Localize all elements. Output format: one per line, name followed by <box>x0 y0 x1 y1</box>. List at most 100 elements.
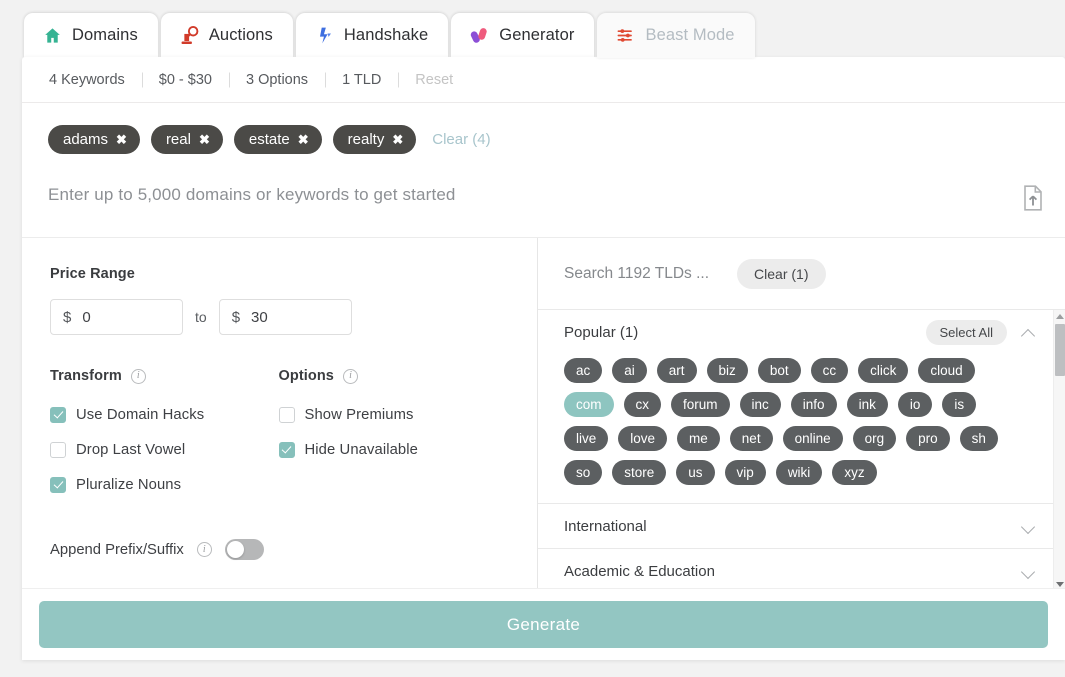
tld-chip[interactable]: ai <box>612 358 647 383</box>
close-icon[interactable]: ✖ <box>116 133 127 146</box>
tld-chip[interactable]: store <box>612 460 666 485</box>
tld-chip[interactable]: live <box>564 426 608 451</box>
price-range-label: Price Range <box>50 266 507 282</box>
capsules-icon <box>469 25 490 46</box>
keyword-chip-label: estate <box>249 131 290 148</box>
tld-chip[interactable]: is <box>942 392 976 417</box>
tld-chip-selected[interactable]: com <box>564 392 614 417</box>
toggle-knob <box>227 541 244 558</box>
scroll-up-button[interactable] <box>1054 310 1065 322</box>
tld-chip[interactable]: ink <box>847 392 888 417</box>
tld-chip[interactable]: org <box>853 426 897 451</box>
gavel-icon <box>179 25 200 46</box>
scrollbar-thumb[interactable] <box>1055 324 1065 376</box>
tld-group-academic-header[interactable]: Academic & Education <box>538 549 1053 590</box>
tld-chip[interactable]: so <box>564 460 602 485</box>
tld-chip[interactable]: me <box>677 426 720 451</box>
tab-label: Domains <box>72 26 138 45</box>
select-all-button[interactable]: Select All <box>926 320 1007 345</box>
keyword-input[interactable]: Enter up to 5,000 domains or keywords to… <box>48 185 1039 205</box>
tld-chip[interactable]: io <box>898 392 933 417</box>
tld-chip[interactable]: pro <box>906 426 950 451</box>
info-icon[interactable]: i <box>197 542 212 557</box>
keyword-area: adams ✖ real ✖ estate ✖ realty ✖ Clear (… <box>22 103 1065 237</box>
tab-beast-mode[interactable]: Beast Mode <box>597 13 754 58</box>
tld-group-popular-header[interactable]: Popular (1) Select All <box>538 310 1053 354</box>
keyword-chip[interactable]: adams ✖ <box>48 125 140 154</box>
tld-chip[interactable]: online <box>783 426 843 451</box>
tld-chip[interactable]: wiki <box>776 460 823 485</box>
clear-keywords-button[interactable]: Clear (4) <box>432 131 490 148</box>
tld-chip[interactable]: vip <box>725 460 766 485</box>
summary-options[interactable]: 3 Options <box>229 72 325 88</box>
tab-label: Auctions <box>209 26 273 45</box>
tab-label: Handshake <box>344 26 428 45</box>
price-max-value: 30 <box>251 309 268 326</box>
checkbox-box[interactable] <box>50 442 66 458</box>
file-upload-icon[interactable] <box>1021 185 1045 211</box>
keyword-chip[interactable]: estate ✖ <box>234 125 322 154</box>
tab-domains[interactable]: Domains <box>24 13 158 58</box>
tld-chip[interactable]: ac <box>564 358 602 383</box>
chevron-down-icon[interactable] <box>1021 518 1037 534</box>
tab-auctions[interactable]: Auctions <box>161 13 293 58</box>
checkbox-drop-last-vowel[interactable]: Drop Last Vowel <box>50 432 279 467</box>
checkbox-hide-unavailable[interactable]: Hide Unavailable <box>279 432 508 467</box>
tld-chip[interactable]: click <box>858 358 908 383</box>
tld-chip[interactable]: us <box>676 460 714 485</box>
close-icon[interactable]: ✖ <box>392 133 403 146</box>
checkbox-box[interactable] <box>279 442 295 458</box>
tld-scrollbar[interactable] <box>1053 310 1065 590</box>
append-prefix-suffix-row: Append Prefix/Suffix i <box>50 539 507 560</box>
tld-chip[interactable]: cloud <box>918 358 974 383</box>
info-icon[interactable]: i <box>131 369 146 384</box>
tld-chip[interactable]: biz <box>707 358 748 383</box>
info-icon[interactable]: i <box>343 369 358 384</box>
tab-bar: Domains Auctions Handshake <box>0 11 1065 58</box>
tld-chip[interactable]: art <box>657 358 697 383</box>
tld-chip[interactable]: sh <box>960 426 998 451</box>
tab-handshake[interactable]: Handshake <box>296 13 448 58</box>
tab-generator[interactable]: Generator <box>451 13 594 58</box>
tld-group-international-header[interactable]: International <box>538 504 1053 548</box>
checkbox-use-domain-hacks[interactable]: Use Domain Hacks <box>50 397 279 432</box>
filter-summary-bar: 4 Keywords $0 - $30 3 Options 1 TLD Rese… <box>22 57 1065 103</box>
append-label: Append Prefix/Suffix <box>50 542 184 558</box>
price-max-input[interactable]: $ 30 <box>219 299 352 335</box>
append-toggle[interactable] <box>225 539 264 560</box>
main-card: 4 Keywords $0 - $30 3 Options 1 TLD Rese… <box>22 57 1065 660</box>
checkbox-pluralize-nouns[interactable]: Pluralize Nouns <box>50 467 279 502</box>
keyword-chip-label: real <box>166 131 191 148</box>
checkbox-label: Pluralize Nouns <box>76 477 181 493</box>
tld-chip[interactable]: cc <box>811 358 849 383</box>
checkbox-box[interactable] <box>279 407 295 423</box>
checkbox-show-premiums[interactable]: Show Premiums <box>279 397 508 432</box>
summary-price[interactable]: $0 - $30 <box>142 72 229 88</box>
chevron-up-icon[interactable] <box>1021 324 1037 340</box>
price-min-input[interactable]: $ 0 <box>50 299 183 335</box>
close-icon[interactable]: ✖ <box>298 133 309 146</box>
tld-search-input[interactable]: Search 1192 TLDs ... <box>564 265 709 283</box>
keyword-chip[interactable]: realty ✖ <box>333 125 417 154</box>
chevron-down-icon[interactable] <box>1021 563 1037 579</box>
checkbox-box[interactable] <box>50 477 66 493</box>
tld-chip[interactable]: inc <box>740 392 781 417</box>
tab-label: Generator <box>499 26 574 45</box>
tld-search-bar: Search 1192 TLDs ... Clear (1) <box>538 238 1065 310</box>
tld-chip[interactable]: net <box>730 426 773 451</box>
reset-button[interactable]: Reset <box>398 72 470 88</box>
checkbox-box[interactable] <box>50 407 66 423</box>
summary-keywords[interactable]: 4 Keywords <box>32 72 142 88</box>
transform-column: Transform i Use Domain Hacks Drop Last V… <box>50 368 279 502</box>
close-icon[interactable]: ✖ <box>199 133 210 146</box>
tld-chip[interactable]: bot <box>758 358 801 383</box>
tld-clear-button[interactable]: Clear (1) <box>737 259 825 289</box>
generate-button[interactable]: Generate <box>39 601 1048 648</box>
tld-chip[interactable]: xyz <box>832 460 876 485</box>
tld-chip[interactable]: cx <box>624 392 662 417</box>
tld-chip[interactable]: love <box>618 426 667 451</box>
keyword-chip[interactable]: real ✖ <box>151 125 223 154</box>
tld-chip[interactable]: forum <box>671 392 730 417</box>
summary-tld[interactable]: 1 TLD <box>325 72 398 88</box>
tld-chip[interactable]: info <box>791 392 837 417</box>
